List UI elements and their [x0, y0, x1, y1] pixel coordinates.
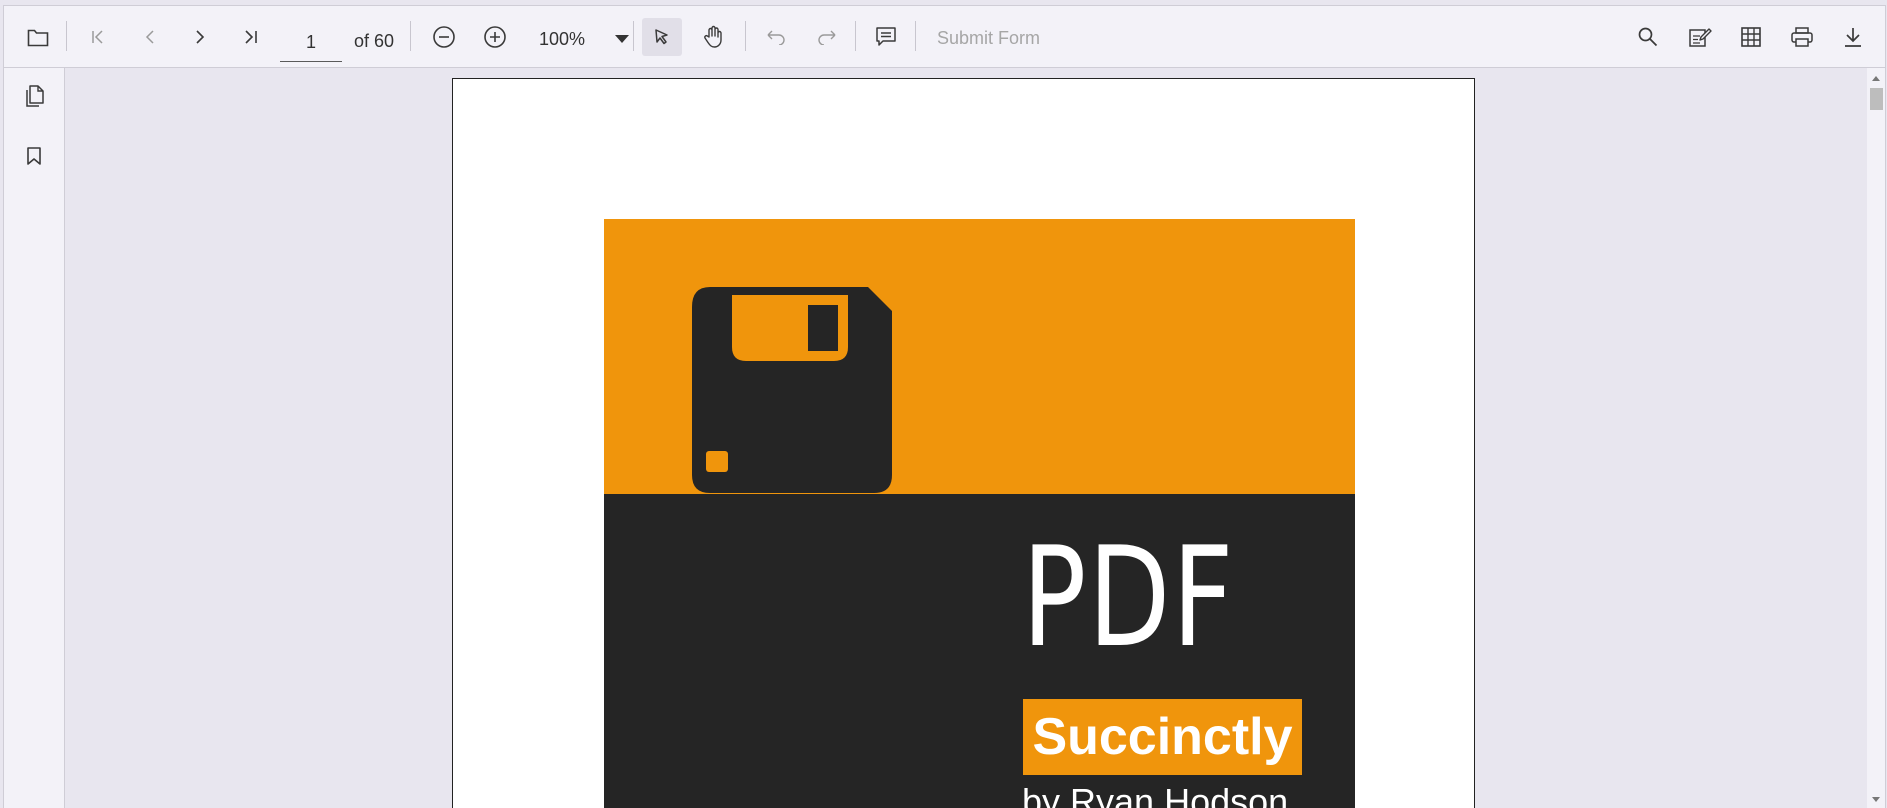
page-thumbnails-icon[interactable]	[20, 82, 48, 110]
last-page-icon[interactable]	[234, 18, 270, 56]
undo-icon[interactable]	[756, 18, 796, 56]
zoom-out-icon[interactable]	[424, 18, 464, 56]
search-icon[interactable]	[1628, 18, 1668, 56]
pdf-page: PDF Succinctly by Ryan Hodson	[452, 78, 1475, 808]
navigation-sidebar	[4, 68, 65, 808]
pdf-viewer: of 60 100% Submit Form	[3, 5, 1886, 808]
book-cover: PDF Succinctly by Ryan Hodson	[604, 219, 1355, 808]
annotation-edit-icon[interactable]	[1680, 18, 1720, 56]
toolbar-separator	[633, 21, 634, 51]
author-line: by Ryan Hodson	[1022, 781, 1289, 808]
toolbar-separator	[745, 21, 746, 51]
floppy-disk-icon	[690, 287, 896, 500]
page-number-input[interactable]	[280, 23, 342, 62]
open-folder-icon[interactable]	[18, 18, 58, 56]
download-icon[interactable]	[1833, 18, 1873, 56]
redo-icon[interactable]	[807, 18, 847, 56]
toolbar-separator	[855, 21, 856, 51]
scroll-up-arrow-icon[interactable]	[1872, 76, 1880, 81]
scrollbar-thumb[interactable]	[1870, 88, 1883, 110]
total-pages-label: of 60	[354, 31, 395, 51]
submit-form-button[interactable]: Submit Form	[937, 28, 1040, 49]
previous-page-icon[interactable]	[132, 18, 168, 56]
text-select-icon[interactable]	[642, 18, 682, 56]
pan-hand-icon[interactable]	[694, 18, 734, 56]
zoom-value: 100%	[539, 28, 586, 49]
toolbar: of 60 100% Submit Form	[4, 6, 1885, 68]
chevron-down-icon	[615, 35, 629, 43]
toolbar-separator	[410, 21, 411, 51]
vertical-scrollbar[interactable]	[1867, 68, 1885, 808]
series-label: Succinctly	[1023, 699, 1302, 775]
toolbar-separator	[915, 21, 916, 51]
first-page-icon[interactable]	[80, 18, 116, 56]
form-designer-icon[interactable]	[1731, 18, 1771, 56]
scroll-down-arrow-icon[interactable]	[1872, 797, 1880, 802]
zoom-dropdown[interactable]: 100%	[539, 21, 629, 57]
zoom-in-icon[interactable]	[475, 18, 515, 56]
toolbar-separator	[66, 21, 67, 51]
bookmark-icon[interactable]	[20, 142, 48, 170]
comment-icon[interactable]	[866, 18, 906, 56]
print-icon[interactable]	[1782, 18, 1822, 56]
cover-title: PDF	[1022, 517, 1236, 678]
next-page-icon[interactable]	[182, 18, 218, 56]
